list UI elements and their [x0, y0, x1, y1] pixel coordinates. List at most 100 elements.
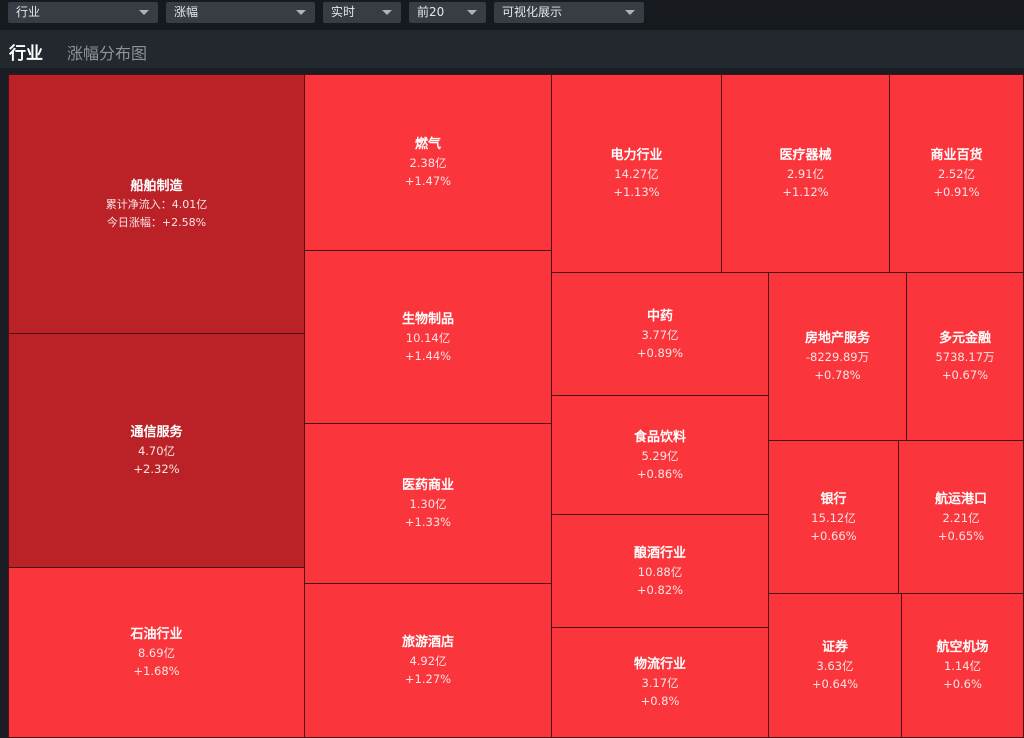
- treemap-tile[interactable]: 船舶制造 累计净流入：4.01亿 今日涨幅：+2.58%: [8, 74, 305, 334]
- tile-change: +1.13%: [613, 185, 660, 199]
- treemap-tile[interactable]: 航空机场 1.14亿 +0.6%: [901, 593, 1024, 738]
- period-dropdown[interactable]: 实时: [323, 2, 401, 23]
- tile-value: 4.92亿: [409, 654, 447, 668]
- tile-value: 5738.17万: [935, 350, 995, 364]
- tile-change: +0.78%: [814, 368, 861, 382]
- tile-value: 2.91亿: [786, 167, 825, 181]
- tile-value: 2.52亿: [937, 167, 976, 181]
- tile-change: +1.33%: [404, 515, 452, 529]
- view-dropdown-label: 可视化展示: [502, 5, 563, 19]
- chevron-down-icon: [625, 10, 635, 15]
- page-title: 行业: [9, 44, 43, 64]
- tile-value: 2.21亿: [942, 510, 980, 525]
- tile-name: 石油行业: [130, 627, 183, 642]
- tile-name: 多元金融: [938, 331, 991, 346]
- treemap-tile[interactable]: 航运港口 2.21亿 +0.65%: [898, 440, 1024, 594]
- header-bar: 行业 涨幅分布图: [0, 30, 1024, 68]
- tile-value: 1.14亿: [943, 659, 982, 673]
- tile-change: +0.86%: [636, 466, 684, 481]
- tile-name: 电力行业: [610, 148, 663, 163]
- tile-value: 5.29亿: [641, 448, 679, 463]
- tile-change: +0.6%: [943, 677, 982, 691]
- treemap-tile[interactable]: 中药 3.77亿 +0.89%: [551, 272, 769, 396]
- treemap-tile[interactable]: 银行 15.12亿 +0.66%: [768, 440, 899, 594]
- tile-name: 酿酒行业: [633, 545, 686, 561]
- tile-change: +1.47%: [404, 174, 452, 188]
- tile-value: 3.77亿: [641, 327, 679, 342]
- treemap-tile[interactable]: 食品饮料 5.29亿 +0.86%: [551, 395, 769, 515]
- tile-change: +2.32%: [133, 462, 180, 476]
- category-dropdown[interactable]: 行业: [8, 2, 158, 23]
- chevron-down-icon: [382, 10, 392, 15]
- tile-change: +0.8%: [640, 694, 680, 708]
- tile-value: 15.12亿: [811, 510, 856, 525]
- treemap-tile[interactable]: 石油行业 8.69亿 +1.68%: [8, 567, 305, 738]
- tile-name: 航运港口: [934, 491, 987, 507]
- tile-name: 通信服务: [130, 425, 183, 440]
- tile-change: +0.64%: [811, 677, 859, 691]
- tile-value: 10.14亿: [405, 330, 451, 345]
- tile-change: +1.68%: [133, 664, 180, 678]
- tile-name: 生物制品: [401, 311, 454, 327]
- tile-value: 累计净流入：4.01亿: [105, 197, 208, 211]
- tile-value: -8229.89万: [805, 350, 870, 364]
- tile-value: 4.70亿: [137, 444, 176, 458]
- tile-change: +1.27%: [404, 672, 452, 686]
- tile-change: +0.82%: [636, 582, 684, 597]
- treemap-tile[interactable]: 酿酒行业 10.88亿 +0.82%: [551, 514, 769, 628]
- tile-value: 14.27亿: [614, 167, 659, 181]
- treemap-tile[interactable]: 通信服务 4.70亿 +2.32%: [8, 333, 305, 568]
- tile-change: +1.44%: [404, 348, 452, 363]
- tile-value: 2.38亿: [409, 156, 447, 170]
- tile-name: 银行: [820, 491, 847, 507]
- treemap-tile[interactable]: 医疗器械 2.91亿 +1.12%: [721, 74, 890, 273]
- category-dropdown-label: 行业: [16, 5, 41, 19]
- tile-name: 食品饮料: [633, 429, 686, 445]
- tile-change: +0.91%: [933, 185, 980, 199]
- tile-name: 证券: [821, 640, 848, 655]
- tile-name: 航空机场: [936, 640, 989, 655]
- tile-name: 商业百货: [930, 148, 983, 163]
- tile-value: 10.88亿: [637, 564, 683, 579]
- tile-name: 中药: [646, 308, 673, 324]
- tile-change: +0.89%: [636, 345, 684, 360]
- treemap-tile[interactable]: 证券 3.63亿 +0.64%: [768, 593, 902, 738]
- chevron-down-icon: [139, 10, 149, 15]
- tile-name: 物流行业: [633, 657, 686, 672]
- topn-dropdown-label: 前20: [417, 5, 445, 19]
- treemap-tile[interactable]: 医药商业 1.30亿 +1.33%: [304, 423, 552, 584]
- tile-value: 3.17亿: [641, 676, 679, 690]
- topn-dropdown[interactable]: 前20: [409, 2, 486, 23]
- treemap: 船舶制造 累计净流入：4.01亿 今日涨幅：+2.58% 通信服务 4.70亿 …: [0, 68, 1024, 738]
- treemap-tile[interactable]: 电力行业 14.27亿 +1.13%: [551, 74, 722, 273]
- treemap-tile[interactable]: 房地产服务 -8229.89万 +0.78%: [768, 272, 907, 441]
- tile-name: 医疗器械: [779, 148, 832, 163]
- tile-name: 旅游酒店: [401, 635, 454, 650]
- chevron-down-icon: [467, 10, 477, 15]
- treemap-tile[interactable]: 物流行业 3.17亿 +0.8%: [551, 627, 769, 738]
- tile-change: +0.67%: [941, 368, 989, 382]
- tile-name: 船舶制造: [130, 178, 183, 194]
- tile-name: 房地产服务: [804, 331, 870, 346]
- page-subtitle: 涨幅分布图: [67, 44, 148, 63]
- tile-name: 医药商业: [401, 478, 454, 493]
- toolbar: 行业 涨幅 实时 前20 可视化展示: [0, 0, 1024, 30]
- tile-change: +1.12%: [782, 185, 829, 199]
- tile-name: 燃气: [414, 137, 441, 152]
- treemap-tile[interactable]: 旅游酒店 4.92亿 +1.27%: [304, 583, 552, 738]
- metric-dropdown[interactable]: 涨幅: [166, 2, 315, 23]
- treemap-tile[interactable]: 生物制品 10.14亿 +1.44%: [304, 250, 552, 424]
- tile-change: +0.65%: [937, 528, 985, 543]
- tile-value: 1.30亿: [409, 497, 447, 511]
- view-dropdown[interactable]: 可视化展示: [494, 2, 644, 23]
- treemap-tile[interactable]: 燃气 2.38亿 +1.47%: [304, 74, 552, 251]
- treemap-tile[interactable]: 商业百货 2.52亿 +0.91%: [889, 74, 1024, 273]
- tile-change: 今日涨幅：+2.58%: [106, 215, 207, 229]
- metric-dropdown-label: 涨幅: [174, 5, 199, 19]
- tile-change: +0.66%: [810, 528, 857, 543]
- tile-value: 8.69亿: [137, 646, 176, 660]
- period-dropdown-label: 实时: [331, 5, 356, 19]
- treemap-tile[interactable]: 多元金融 5738.17万 +0.67%: [906, 272, 1024, 441]
- tile-value: 3.63亿: [816, 659, 854, 673]
- chevron-down-icon: [296, 10, 306, 15]
